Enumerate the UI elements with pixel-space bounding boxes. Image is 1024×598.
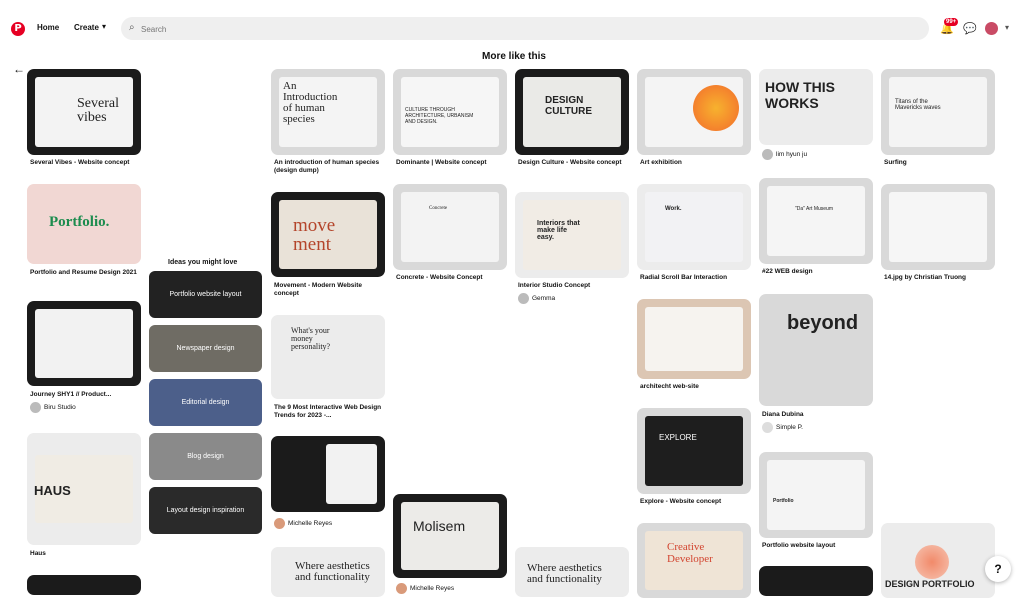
pin-title[interactable]: Explore - Website concept	[640, 498, 752, 506]
pin-title[interactable]: Surfing	[884, 159, 996, 167]
pin-author[interactable]: Michelle Reyes	[274, 518, 332, 529]
avatar	[274, 518, 285, 529]
top-nav-bar: P Home Create ▾ ⌕ 🔔 99+ 💬 ▾	[0, 0, 1024, 48]
pin-title[interactable]: architecht web-site	[640, 383, 752, 391]
pin-title[interactable]: Portfolio and Resume Design 2021	[30, 269, 144, 277]
idea-card-editorial-design[interactable]: Editorial design	[149, 379, 262, 426]
pin-image[interactable]: Creative Developer	[637, 523, 751, 598]
pin-image[interactable]: EXPLORE	[637, 408, 751, 494]
pin-author[interactable]: Michelle Reyes	[396, 583, 454, 594]
pin-title[interactable]: #22 WEB design	[762, 268, 874, 276]
pin-title[interactable]: Art exhibition	[640, 159, 752, 167]
messages-icon[interactable]: 💬	[963, 22, 977, 35]
gradient-circle-graphic	[693, 85, 739, 131]
pin-image[interactable]: Where aesthetics and functionality	[271, 547, 385, 597]
pin-title[interactable]: Dominante | Website concept	[396, 159, 508, 167]
pin-image[interactable]	[759, 566, 873, 596]
home-link[interactable]: Home	[37, 23, 59, 32]
pin-image[interactable]: move ment	[271, 192, 385, 277]
pin-image[interactable]: Concrete	[393, 184, 507, 270]
avatar	[762, 149, 773, 160]
ideas-heading: Ideas you might love	[168, 259, 238, 266]
search-icon: ⌕	[129, 22, 135, 33]
pin-image[interactable]: Interiors that make life easy.	[515, 192, 629, 278]
pin-image[interactable]	[271, 436, 385, 512]
pin-title[interactable]: Portfolio website layout	[762, 542, 874, 550]
page-title: More like this	[482, 51, 546, 62]
pin-author[interactable]: lim hyun ju	[762, 149, 807, 160]
search-input[interactable]	[139, 21, 913, 38]
pin-image[interactable]: HAUS	[27, 433, 141, 545]
account-chevron-down-icon[interactable]: ▾	[1005, 23, 1009, 32]
pin-title[interactable]: Radial Scroll Bar Interaction	[640, 274, 752, 282]
search-bar[interactable]: ⌕	[121, 17, 929, 40]
avatar[interactable]	[985, 22, 998, 35]
chevron-down-icon[interactable]: ▾	[102, 22, 106, 31]
pin-title[interactable]: Movement - Modern Website concept	[274, 282, 386, 298]
idea-card-blog-design[interactable]: Blog design	[149, 433, 262, 480]
pin-image[interactable]: DESIGN PORTFOLIO	[881, 523, 995, 598]
pin-image[interactable]: HOW THIS WORKS	[759, 69, 873, 145]
pin-title[interactable]: Several Vibes - Website concept	[30, 159, 144, 167]
pin-image[interactable]	[27, 301, 141, 386]
pin-image[interactable]: Molisem	[393, 494, 507, 578]
pin-title[interactable]: Design Culture - Website concept	[518, 159, 630, 167]
pin-title[interactable]: Concrete - Website Concept	[396, 274, 508, 282]
notification-count-badge: 99+	[944, 18, 959, 26]
pin-author[interactable]: Gemma	[518, 293, 555, 304]
pin-title[interactable]: 14.jpg by Christian Truong	[884, 274, 996, 282]
pin-image[interactable]: Work.	[637, 184, 751, 270]
pin-image[interactable]: Portfolio	[759, 452, 873, 538]
avatar	[30, 402, 41, 413]
back-arrow-icon[interactable]: ←	[13, 62, 25, 76]
pin-image[interactable]: DESIGN CULTURE	[515, 69, 629, 155]
idea-card-layout-design-inspiration[interactable]: Layout design inspiration	[149, 487, 262, 534]
avatar	[518, 293, 529, 304]
pin-image[interactable]	[637, 299, 751, 379]
pinterest-logo-icon[interactable]: P	[11, 22, 25, 36]
pin-author[interactable]: Simple P.	[762, 422, 803, 433]
pin-title[interactable]: The 9 Most Interactive Web Design Trends…	[274, 404, 386, 420]
create-menu[interactable]: Create	[74, 23, 99, 32]
pin-image[interactable]: CULTURE THROUGH ARCHITECTURE, URBANISM A…	[393, 69, 507, 155]
pin-author[interactable]: Biru Studio	[30, 402, 76, 413]
pin-image[interactable]	[881, 184, 995, 270]
pin-image[interactable]: beyond	[759, 294, 873, 406]
pin-image[interactable]: Portfolio.	[27, 184, 141, 264]
pin-video[interactable]	[27, 575, 141, 595]
pin-image[interactable]: An Introduction of human species	[271, 69, 385, 155]
help-button[interactable]: ?	[985, 556, 1011, 582]
idea-card-newspaper-design[interactable]: Newspaper design	[149, 325, 262, 372]
pin-image[interactable]: Titans of the Mavericks waves	[881, 69, 995, 155]
pin-image[interactable]	[637, 69, 751, 155]
pin-title[interactable]: Diana Dubina	[762, 411, 874, 419]
pin-image[interactable]: "Da" Art Museum	[759, 178, 873, 264]
pin-title[interactable]: Journey SHY1 // Product...	[30, 391, 144, 399]
gradient-circle-graphic	[915, 545, 949, 579]
pin-image[interactable]: Where aesthetics and functionality	[515, 547, 629, 597]
pin-title[interactable]: Haus	[30, 550, 144, 558]
avatar	[762, 422, 773, 433]
pin-image[interactable]: What's your money personality?	[271, 315, 385, 399]
idea-card-portfolio-website-layout[interactable]: Portfolio website layout	[149, 271, 262, 318]
pin-title[interactable]: Interior Studio Concept	[518, 282, 630, 290]
pin-title[interactable]: An introduction of human species (design…	[274, 159, 386, 175]
avatar	[396, 583, 407, 594]
pin-image[interactable]: Several vibes	[27, 69, 141, 155]
